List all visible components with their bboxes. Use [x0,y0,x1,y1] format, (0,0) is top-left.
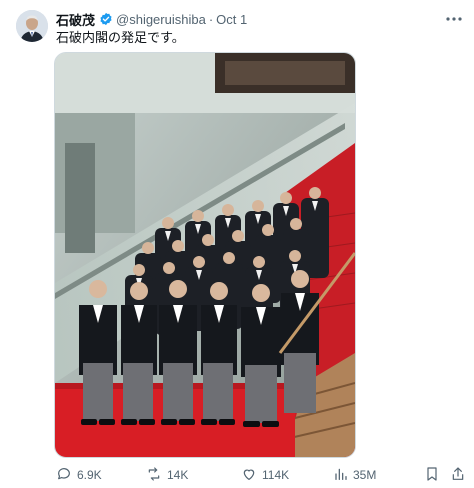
reply-count: 6.9K [77,468,102,482]
like-button[interactable]: 114K [241,466,289,484]
post-header: 石破茂 @shigeruishiba · Oct 1 [56,10,466,28]
post-card[interactable]: 石破茂 @shigeruishiba · Oct 1 石破内閣の発足です。 6.… [0,0,474,488]
repost-icon [146,466,162,485]
share-button[interactable] [450,466,466,484]
reply-icon [56,466,72,485]
repost-count: 14K [167,468,189,482]
heart-icon [241,466,257,485]
repost-button[interactable]: 14K [146,466,188,484]
share-icon [450,466,466,485]
post-photo[interactable] [54,52,356,458]
header-separator: · [208,11,214,27]
avatar[interactable] [16,10,48,42]
verified-badge-icon [99,12,113,26]
post-date[interactable]: Oct 1 [216,12,247,27]
bookmark-icon [424,466,440,485]
views-chart-icon [332,466,348,485]
post-actions: 6.9K 14K 114K 35M [56,466,466,484]
views-count: 35M [353,468,377,482]
post-text: 石破内閣の発足です。 [56,30,185,45]
reply-button[interactable]: 6.9K [56,466,102,484]
bookmark-button[interactable] [424,466,440,484]
views-button[interactable]: 35M [332,466,376,484]
author-handle[interactable]: @shigeruishiba [116,12,206,27]
more-options-icon[interactable] [444,10,464,28]
author-name[interactable]: 石破茂 [56,10,95,29]
like-count: 114K [262,468,290,482]
